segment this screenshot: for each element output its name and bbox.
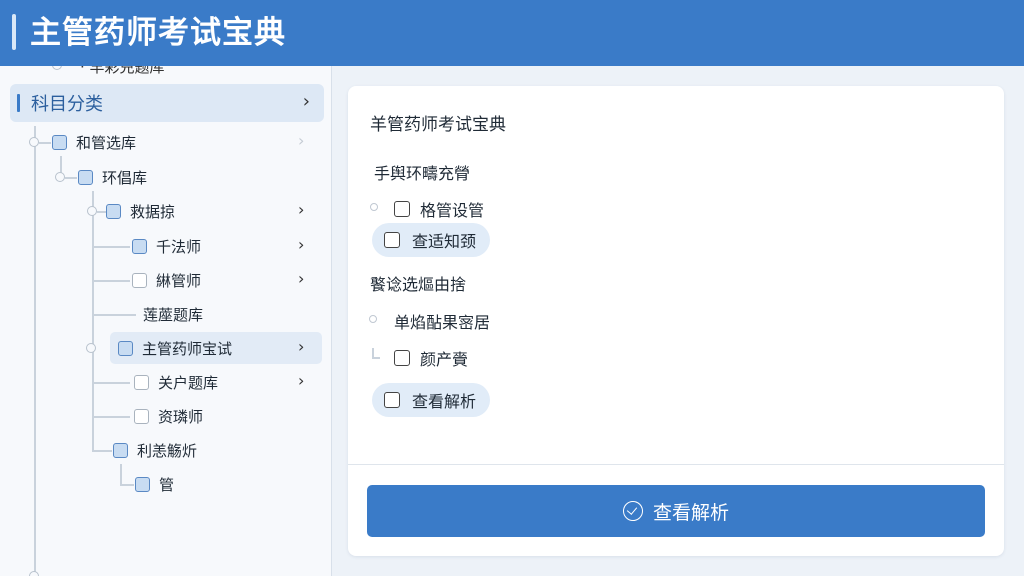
category-label: 科目分类: [31, 94, 103, 115]
sidebar: · 羊彩兇题库 科目分类 › 和管选库 › 环倡库 救据掠 › 千法师 › 綝管…: [0, 66, 332, 576]
card-title: 羊管药师考试宝典: [370, 115, 506, 135]
tree-item-label: 救据掠: [130, 202, 176, 221]
checkbox[interactable]: [132, 238, 147, 254]
tree-item[interactable]: 环倡库: [78, 162, 147, 192]
checkbox[interactable]: [394, 350, 410, 366]
tree-branch-line: [92, 416, 130, 418]
tree-node-dot: [29, 137, 39, 147]
checkbox[interactable]: [384, 392, 400, 408]
tree-item[interactable]: 管: [135, 469, 174, 499]
tree-item[interactable]: 莲蓙题库: [143, 299, 203, 329]
tree-item[interactable]: 利恙觞炘: [113, 435, 197, 465]
tree-branch-line: [92, 191, 94, 451]
check-circle-icon: [622, 501, 643, 521]
option-label: 查看解析: [412, 392, 477, 411]
tree-item[interactable]: 关户题库: [134, 367, 218, 397]
tree-item-label: 资璘师: [158, 407, 204, 426]
answer-option[interactable]: 格管设管: [394, 197, 484, 221]
checkbox[interactable]: [113, 442, 128, 458]
chevron-right-icon[interactable]: ›: [298, 337, 304, 356]
sidebar-category[interactable]: 科目分类 ›: [10, 84, 324, 122]
tree-branch-line: [92, 382, 130, 384]
tree-node-dot: [369, 315, 377, 323]
tree-item-label: 和管选库: [76, 133, 137, 152]
tree-branch-line: [39, 142, 51, 144]
tree-item-label: 千法师: [156, 237, 202, 256]
chevron-right-icon[interactable]: ›: [298, 371, 304, 390]
tree-item-label: 环倡库: [102, 168, 148, 187]
tree-node-dot: [86, 343, 96, 353]
tree-item-label: 莲蓙题库: [143, 305, 204, 324]
tree-branch-line: [372, 357, 380, 359]
chevron-right-icon[interactable]: ›: [298, 269, 304, 288]
sidebar-clipped-item: · 羊彩兇题库: [80, 66, 240, 74]
app-title: 主管药师考试宝典: [30, 15, 286, 51]
chevron-right-icon[interactable]: ›: [298, 200, 304, 219]
tree-branch-line: [92, 246, 130, 248]
card-divider: [348, 464, 1004, 465]
tree-branch-line: [92, 280, 130, 282]
tree-branch-line: [65, 177, 77, 179]
chevron-right-icon[interactable]: ›: [298, 131, 304, 150]
tree-branch-line: [120, 464, 122, 484]
tree-item-label: 关户题库: [158, 373, 219, 392]
question-text: 手舆环疇充膋: [374, 164, 471, 183]
question-text: 单焰酟果宻居: [394, 313, 491, 332]
tree-trunk-line: [34, 126, 36, 576]
button-label: 查看解析: [652, 501, 729, 524]
checkbox[interactable]: [394, 201, 410, 217]
view-analysis-button[interactable]: 查看解析: [367, 485, 985, 537]
checkbox[interactable]: [134, 408, 149, 424]
option-label: 格管设管: [420, 201, 485, 220]
tree-item-selected[interactable]: 主管药师宝试: [118, 333, 232, 363]
question-text: 饏谂选熰由捨: [370, 275, 467, 294]
checkbox[interactable]: [132, 272, 147, 288]
app-header: 主管药师考试宝典: [0, 0, 1024, 66]
tree-node-dot: [55, 172, 65, 182]
tree-item[interactable]: 千法师: [132, 231, 201, 261]
tree-node-dot: [87, 206, 97, 216]
chevron-right-icon[interactable]: ›: [298, 235, 304, 254]
tree-item-label: 利恙觞炘: [137, 441, 198, 460]
checkbox[interactable]: [134, 374, 149, 390]
checkbox[interactable]: [52, 134, 67, 150]
option-label: 颜产賫: [420, 350, 469, 369]
tree-branch-line: [92, 314, 136, 316]
header-accent-bar: [12, 14, 16, 50]
tree-branch-line: [120, 484, 134, 486]
tree-item[interactable]: 和管选库: [52, 127, 136, 157]
question-card: 羊管药师考试宝典 手舆环疇充膋 格管设管 查适知颈 饏谂选熰由捨 单焰酟果宻居 …: [348, 86, 1004, 556]
tree-node-dot: [52, 66, 62, 70]
answer-option-highlighted[interactable]: 查适知颈: [372, 223, 491, 257]
tree-item[interactable]: 綝管师: [132, 265, 201, 295]
tree-item[interactable]: 资璘师: [134, 401, 203, 431]
answer-option[interactable]: 颜产賫: [394, 346, 468, 370]
option-label: 查适知颈: [412, 232, 477, 251]
tree-item-label: 主管药师宝试: [142, 339, 233, 358]
checkbox[interactable]: [78, 169, 93, 185]
category-accent-bar: [17, 94, 20, 112]
tree-item[interactable]: 救据掠: [106, 196, 175, 226]
tree-node-dot: [370, 203, 378, 211]
tree-item-label: 綝管师: [156, 271, 202, 290]
tree-node-dot: [29, 571, 39, 576]
checkbox[interactable]: [135, 476, 150, 492]
checkbox[interactable]: [118, 340, 133, 356]
answer-option-highlighted[interactable]: 查看解析: [372, 383, 491, 417]
tree-branch-line: [92, 450, 112, 452]
chevron-right-icon: ›: [302, 91, 310, 112]
tree-item-label: 管: [159, 475, 175, 494]
checkbox[interactable]: [384, 232, 400, 248]
checkbox[interactable]: [106, 203, 121, 219]
